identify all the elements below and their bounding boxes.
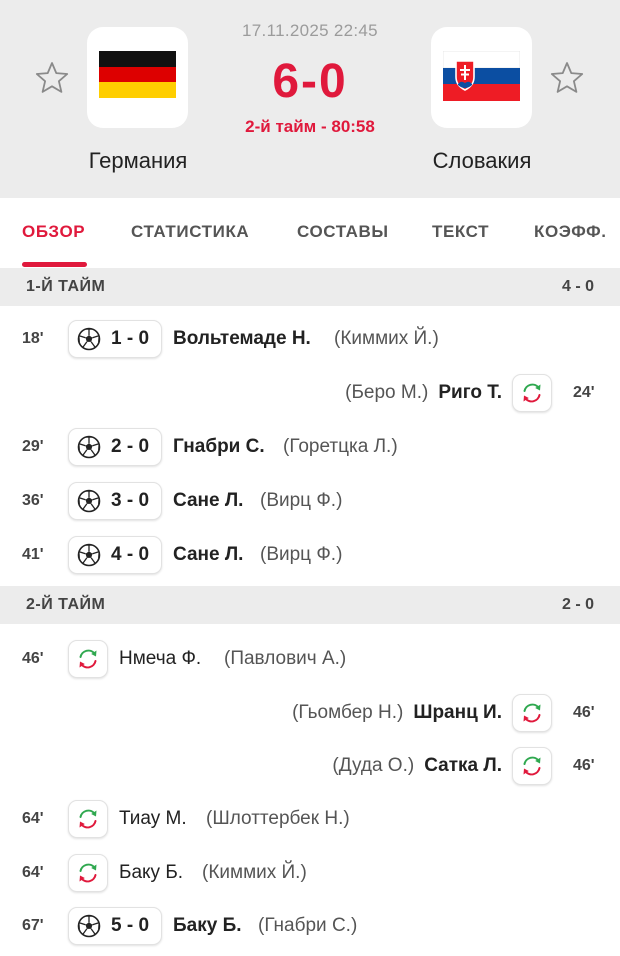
event-player[interactable]: Гнабри С. — [173, 436, 265, 458]
substitution-badge — [68, 800, 108, 838]
event-assist[interactable]: (Гьомбер Н.) — [292, 702, 403, 723]
match-header: 17.11.2025 22:45 6-0 2-й тайм - 80:58 Ге… — [0, 0, 620, 198]
event-minute: 46' — [573, 704, 595, 721]
tab-statistics[interactable]: СТАТИСТИКА — [131, 222, 249, 242]
tab-commentary[interactable]: ТЕКСТ — [432, 222, 489, 242]
event-assist[interactable]: (Киммих Й.) — [202, 862, 307, 884]
event-text-group: (Гьомбер Н.) Шранц И. — [292, 702, 502, 724]
event-text-group: (Дуда О.) Сатка Л. — [332, 755, 502, 777]
event-player[interactable]: Тиау М. — [119, 808, 187, 830]
substitution-badge — [512, 747, 552, 785]
event-assist[interactable]: (Шлоттербек Н.) — [206, 808, 350, 830]
event-player[interactable]: Шранц И. — [413, 702, 502, 723]
half-score: 2 - 0 — [561, 596, 594, 613]
football-icon — [77, 435, 101, 459]
football-icon — [77, 543, 101, 567]
half-label: 2-Й ТАЙМ — [26, 596, 106, 613]
event-player[interactable]: Баку Б. — [119, 862, 183, 884]
event-assist[interactable]: (Гнабри С.) — [258, 915, 357, 937]
half-score: 4 - 0 — [561, 278, 594, 295]
event-minute: 46' — [573, 757, 595, 774]
event-assist[interactable]: (Беро М.) — [345, 382, 428, 403]
goal-badge: 3 - 0 — [68, 482, 162, 520]
event-row: (Беро М.) Риго Т. 24' — [0, 370, 620, 420]
event-row: 64' Тиау М. (Шлоттербек Н.) — [0, 796, 620, 846]
substitution-icon — [78, 649, 98, 669]
substitution-icon — [522, 703, 542, 723]
event-row: (Дуда О.) Сатка Л. 46' — [0, 743, 620, 793]
event-row: 67' 5 - 0 Баку Б. (Гнабри С.) — [0, 903, 620, 953]
event-player[interactable]: Сатка Л. — [424, 755, 502, 776]
event-row: 36' 3 - 0 Сане Л. (Вирц Ф.) — [0, 478, 620, 528]
half-header-second: 2-Й ТАЙМ 2 - 0 — [0, 586, 620, 624]
event-assist[interactable]: (Дуда О.) — [332, 755, 414, 776]
goal-badge: 4 - 0 — [68, 536, 162, 574]
substitution-icon — [78, 863, 98, 883]
goal-badge: 2 - 0 — [68, 428, 162, 466]
event-row: 29' 2 - 0 Гнабри С. (Горетцка Л.) — [0, 424, 620, 474]
event-player[interactable]: Риго Т. — [438, 382, 502, 403]
goal-badge: 5 - 0 — [68, 907, 162, 945]
half-label: 1-Й ТАЙМ — [26, 278, 106, 295]
event-row: 18' 1 - 0 Вольтемаде Н. (Киммих Й.) — [0, 316, 620, 366]
substitution-badge — [512, 694, 552, 732]
substitution-icon — [78, 809, 98, 829]
slovakia-flag-icon — [443, 51, 520, 101]
event-row: 64' Баку Б. (Киммих Й.) — [0, 850, 620, 900]
goal-score: 1 - 0 — [111, 328, 150, 349]
football-icon — [77, 327, 101, 351]
event-player[interactable]: Нмеча Ф. — [119, 648, 201, 670]
goal-score: 2 - 0 — [111, 436, 150, 457]
active-tab-indicator — [22, 262, 87, 267]
event-minute: 29' — [22, 438, 44, 455]
substitution-icon — [522, 383, 542, 403]
event-player[interactable]: Баку Б. — [173, 915, 242, 937]
substitution-badge — [68, 640, 108, 678]
goal-score: 4 - 0 — [111, 544, 150, 565]
event-row: 41' 4 - 0 Сане Л. (Вирц Ф.) — [0, 532, 620, 582]
event-minute: 64' — [22, 810, 44, 827]
football-icon — [77, 914, 101, 938]
event-assist[interactable]: (Вирц Ф.) — [260, 544, 342, 566]
tab-lineups[interactable]: СОСТАВЫ — [297, 222, 389, 242]
football-icon — [77, 489, 101, 513]
goal-score: 3 - 0 — [111, 490, 150, 511]
substitution-icon — [522, 756, 542, 776]
tab-odds[interactable]: КОЭФФ. — [534, 222, 607, 242]
event-text-group: (Беро М.) Риго Т. — [345, 382, 502, 404]
event-row: 46' Нмеча Ф. (Павлович А.) — [0, 636, 620, 686]
event-minute: 64' — [22, 864, 44, 881]
half-header-first: 1-Й ТАЙМ 4 - 0 — [0, 268, 620, 306]
event-minute: 18' — [22, 330, 44, 347]
event-assist[interactable]: (Киммих Й.) — [334, 328, 439, 350]
event-player[interactable]: Сане Л. — [173, 490, 243, 512]
event-player[interactable]: Сане Л. — [173, 544, 243, 566]
event-assist[interactable]: (Горетцка Л.) — [283, 436, 398, 458]
goal-score: 5 - 0 — [111, 915, 150, 936]
tab-overview[interactable]: ОБЗОР — [22, 222, 85, 242]
substitution-badge — [68, 854, 108, 892]
event-minute: 24' — [573, 384, 595, 401]
event-minute: 41' — [22, 546, 44, 563]
event-assist[interactable]: (Вирц Ф.) — [260, 490, 342, 512]
away-team-logo[interactable] — [431, 27, 532, 128]
substitution-badge — [512, 374, 552, 412]
event-row: (Гьомбер Н.) Шранц И. 46' — [0, 690, 620, 740]
event-player[interactable]: Вольтемаде Н. — [173, 328, 311, 350]
event-minute: 46' — [22, 650, 44, 667]
event-minute: 36' — [22, 492, 44, 509]
event-assist[interactable]: (Павлович А.) — [224, 648, 346, 670]
away-team-name[interactable]: Словакия — [392, 148, 572, 174]
goal-badge: 1 - 0 — [68, 320, 162, 358]
event-minute: 67' — [22, 917, 44, 934]
home-team-name[interactable]: Германия — [48, 148, 228, 174]
match-tabs: ОБЗОР СТАТИСТИКА СОСТАВЫ ТЕКСТ КОЭФФ. — [0, 198, 620, 268]
